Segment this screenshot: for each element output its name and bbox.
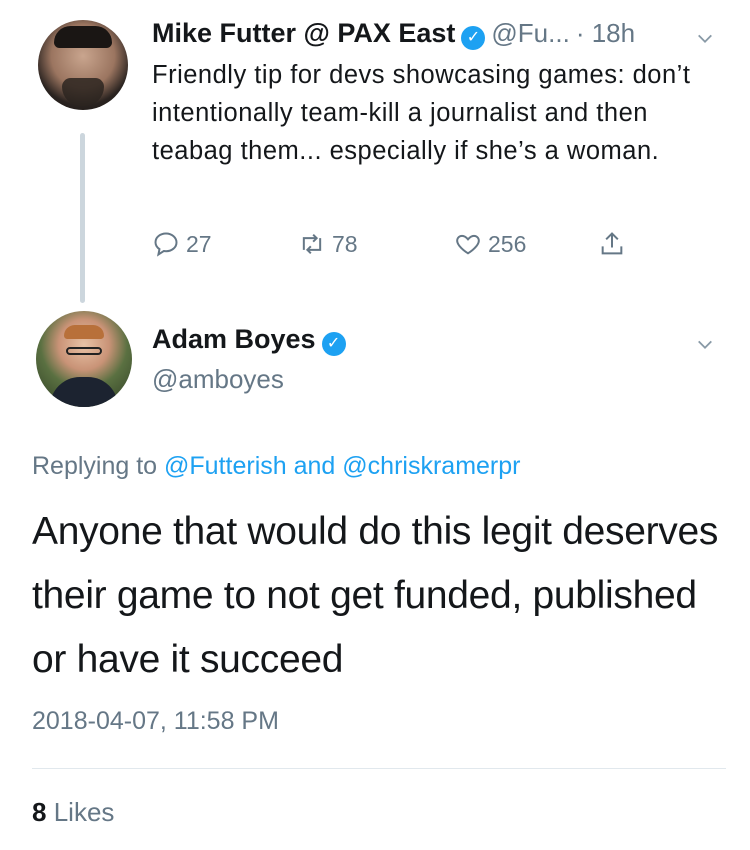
- verified-badge-icon: ✓: [321, 331, 346, 356]
- mention-link[interactable]: @Futterish: [164, 452, 287, 480]
- thread-line: [80, 133, 85, 303]
- tweet-actions: 27 78 256: [152, 230, 652, 266]
- reply-icon: [154, 232, 178, 257]
- verified-badge-icon: ✓: [461, 25, 486, 50]
- replying-to: Replying to @Futterish and @chriskramerp…: [32, 452, 520, 481]
- replying-prefix: Replying to: [32, 452, 158, 480]
- mention-link[interactable]: @chriskramerpr: [342, 452, 520, 480]
- reply-button[interactable]: 27: [152, 230, 212, 258]
- retweet-icon: [302, 233, 322, 255]
- share-button[interactable]: [598, 230, 626, 258]
- retweet-button[interactable]: 78: [298, 230, 358, 258]
- like-count: 256: [488, 230, 527, 257]
- likes-label: Likes: [53, 797, 115, 827]
- avatar[interactable]: [36, 311, 132, 407]
- author-handle[interactable]: @Fu...: [491, 18, 569, 48]
- divider: [32, 768, 726, 769]
- author-handle[interactable]: @amboyes: [152, 364, 284, 395]
- parent-tweet-header: Mike Futter @ PAX East ✓ @Fu... · 18h: [152, 18, 635, 50]
- share-icon: [601, 232, 623, 255]
- tweet-timestamp[interactable]: 2018-04-07, 11:58 PM: [32, 707, 279, 736]
- reply-count: 27: [186, 230, 212, 257]
- chevron-down-icon[interactable]: [696, 30, 714, 48]
- main-tweet-text: Anyone that would do this legit deserves…: [32, 510, 719, 681]
- likes-summary[interactable]: 8 Likes: [32, 797, 114, 828]
- avatar[interactable]: [38, 20, 128, 110]
- main-tweet-header: Adam Boyes ✓: [152, 324, 352, 356]
- like-button[interactable]: 256: [454, 230, 526, 258]
- parent-tweet-text: Friendly tip for devs showcasing games: …: [152, 61, 691, 165]
- chevron-down-icon[interactable]: [696, 336, 714, 354]
- author-name[interactable]: Adam Boyes: [152, 324, 316, 354]
- retweet-count: 78: [332, 230, 358, 257]
- heart-icon: [456, 234, 480, 255]
- author-name[interactable]: Mike Futter @ PAX East: [152, 18, 455, 48]
- tweet-time[interactable]: · 18h: [576, 18, 635, 48]
- likes-count: 8: [32, 797, 47, 827]
- replying-and[interactable]: and: [294, 452, 336, 480]
